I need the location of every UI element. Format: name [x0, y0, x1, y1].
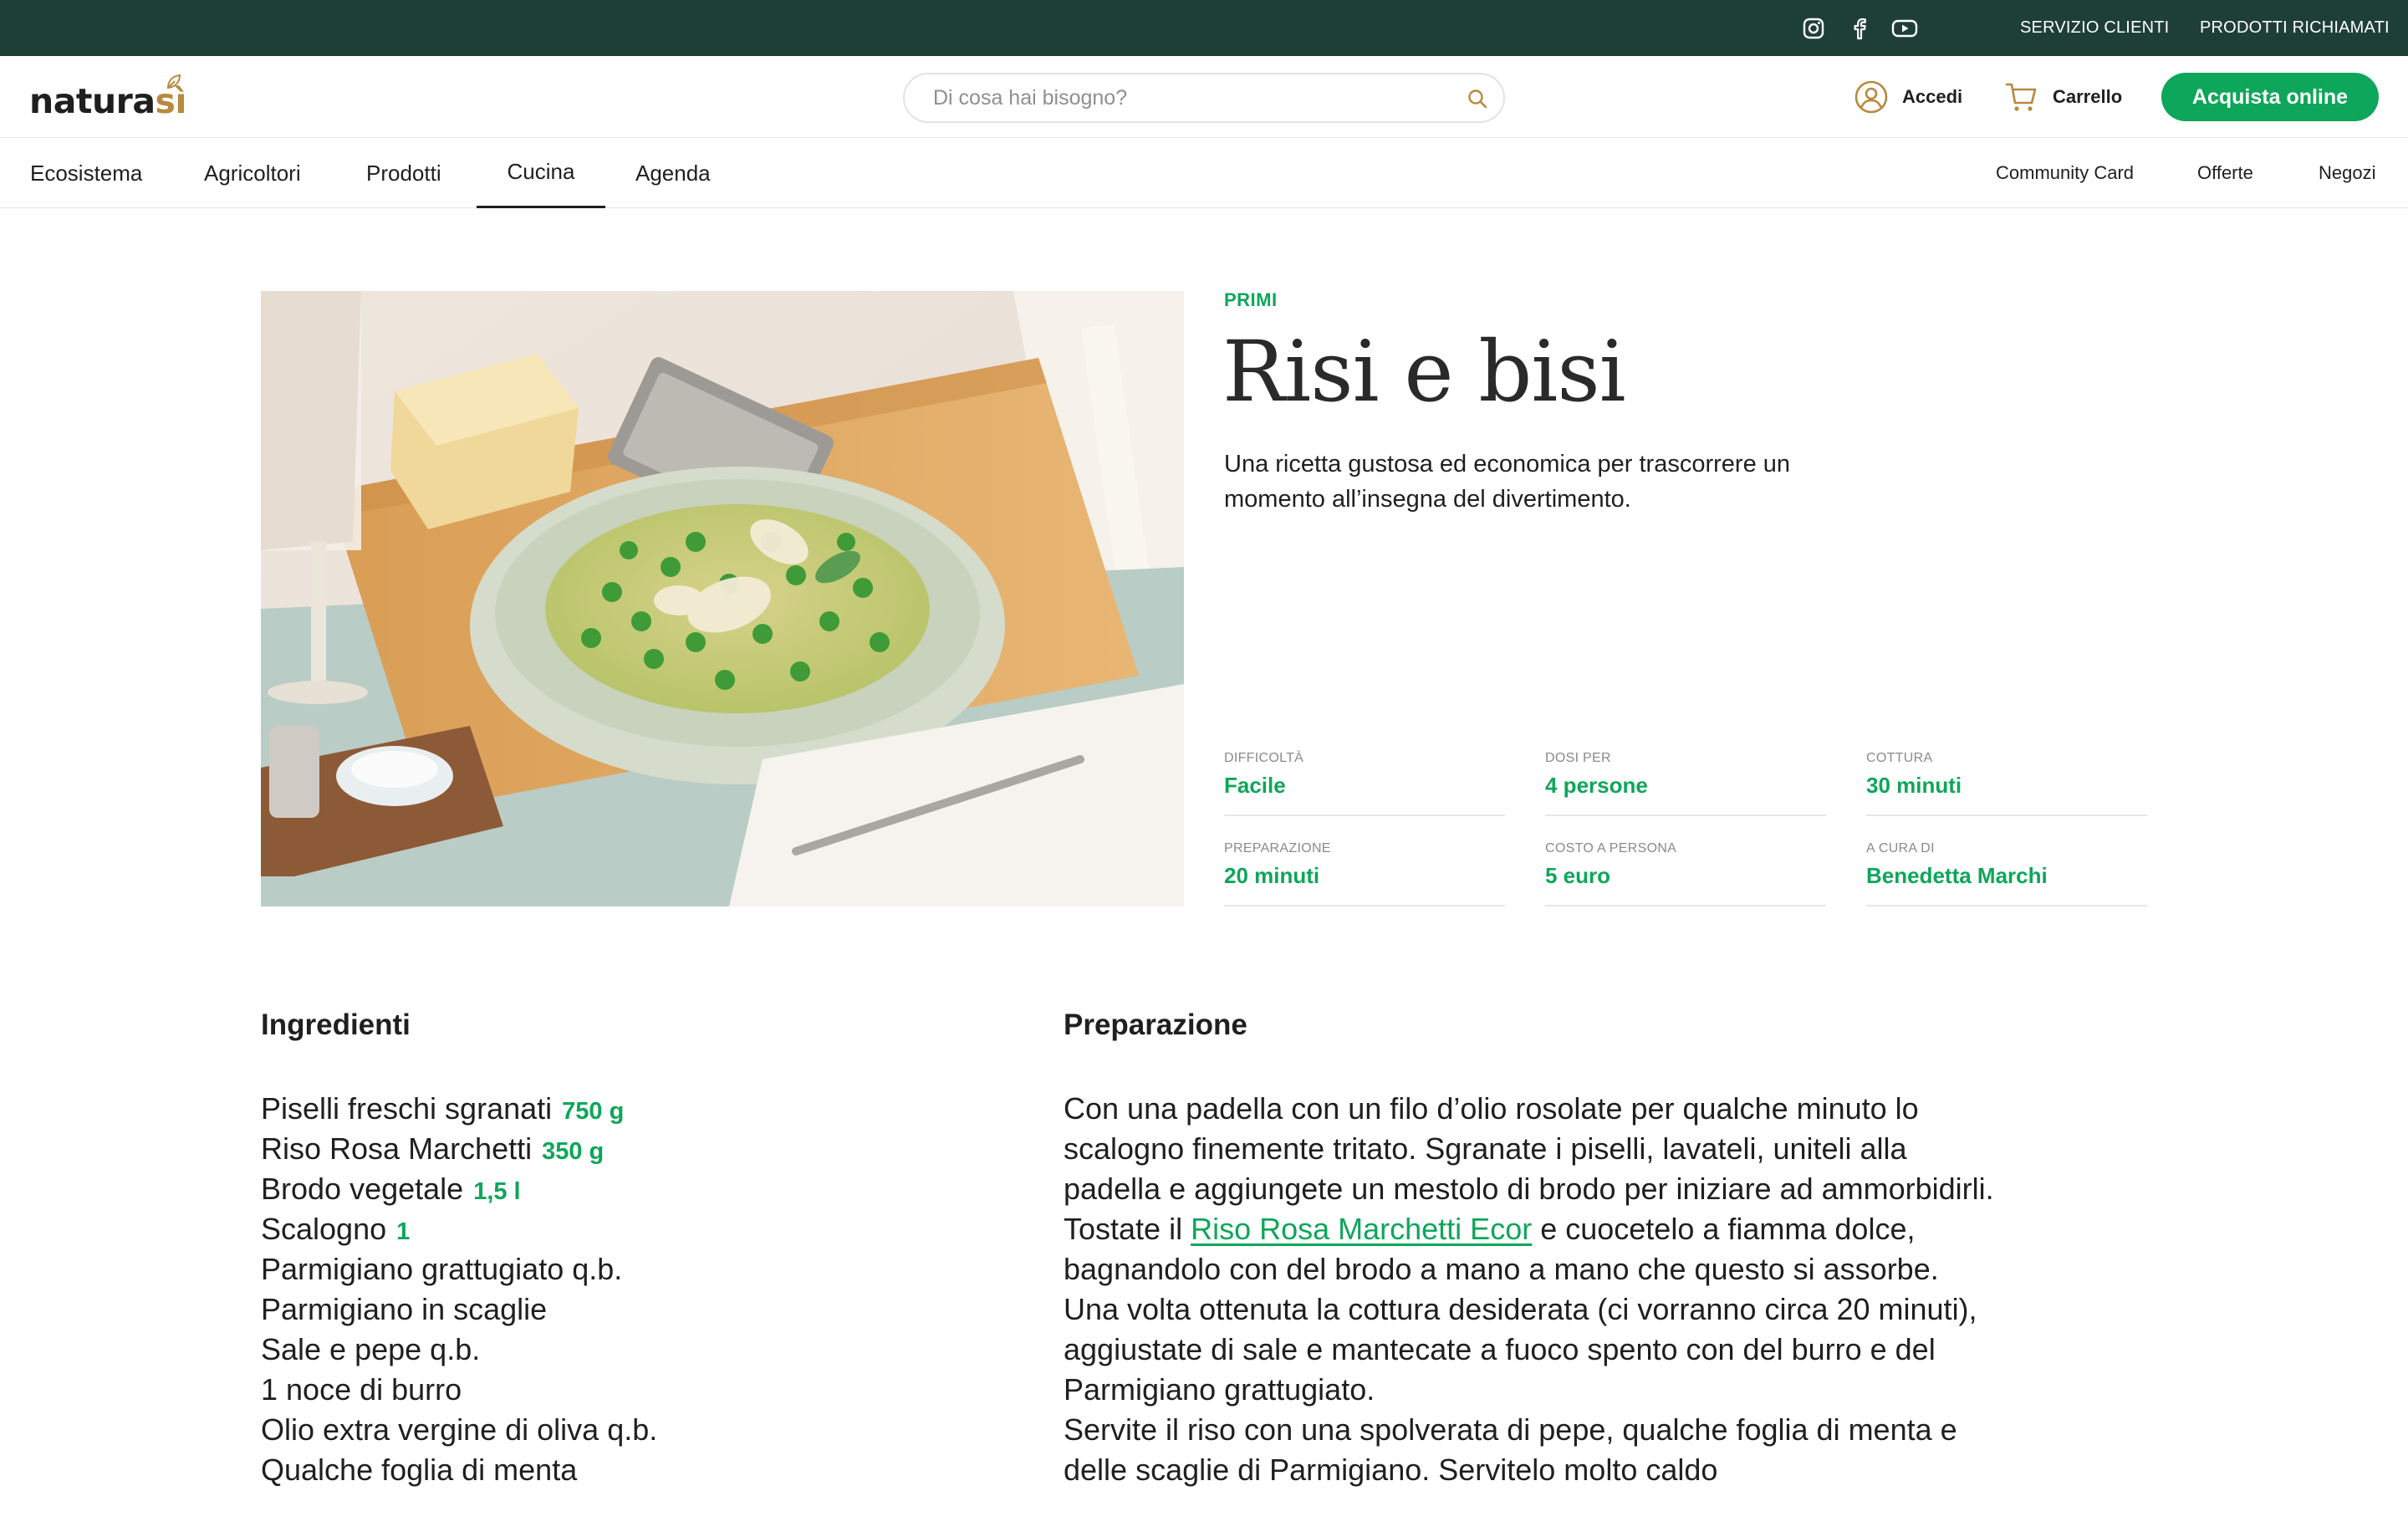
ingredient-name: Olio extra vergine di oliva q.b.	[261, 1412, 658, 1447]
cart-button[interactable]: Carrello	[2004, 78, 2122, 116]
search-icon[interactable]	[1467, 88, 1488, 110]
preparation-text: Con una padella con un filo d’olio rosol…	[1064, 1089, 2008, 1490]
ingredient-name: Qualche foglia di menta	[261, 1453, 578, 1487]
site-header: naturasì Accedi Carrello Acquista online	[0, 56, 2408, 138]
meta-prep-time: PREPARAZIONE 20 minuti	[1224, 841, 1505, 906]
nav-item-prodotti[interactable]: Prodotti	[366, 138, 441, 208]
main-nav: Ecosistema Agricoltori Prodotti Cucina A…	[0, 138, 2408, 208]
meta-value: 5 euro	[1545, 863, 1611, 888]
login-button[interactable]: Accedi	[1854, 78, 1962, 116]
ingredient-name: Brodo vegetale	[261, 1172, 464, 1206]
ingredient-qty: 1	[396, 1218, 411, 1245]
instagram-icon[interactable]	[1800, 15, 1827, 42]
search-box[interactable]	[903, 73, 1505, 123]
user-icon	[1854, 80, 1888, 114]
meta-difficulty: DIFFICOLTÀ Facile	[1224, 751, 1505, 816]
list-item: Riso Rosa Marchetti 350 g	[261, 1129, 657, 1169]
list-item: 1 noce di burro	[261, 1370, 657, 1410]
list-item: Piselli freschi sgranati 750 g	[261, 1089, 657, 1129]
list-item: Brodo vegetale 1,5 l	[261, 1169, 657, 1209]
ingredient-name: Piselli freschi sgranati	[261, 1091, 553, 1126]
ingredient-name: Riso Rosa Marchetti	[261, 1131, 533, 1166]
meta-servings: DOSI PER 4 persone	[1545, 751, 1826, 816]
list-item: Olio extra vergine di oliva q.b.	[261, 1410, 657, 1450]
meta-label: COSTO A PERSONA	[1545, 841, 1677, 855]
customer-service-link[interactable]: SERVIZIO CLIENTI	[2020, 18, 2169, 38]
nav-item-community-card[interactable]: Community Card	[1996, 138, 2134, 208]
list-item: Sale e pepe q.b.	[261, 1330, 657, 1370]
meta-label: DOSI PER	[1545, 751, 1611, 765]
meta-cooking-time: COTTURA 30 minuti	[1866, 751, 2147, 816]
list-item: Parmigiano in scaglie	[261, 1289, 657, 1330]
recipe-category[interactable]: PRIMI	[1224, 289, 1278, 311]
logo-word: natura	[29, 81, 156, 121]
ingredient-name: Scalogno	[261, 1212, 387, 1246]
list-item: Parmigiano grattugiato q.b.	[261, 1249, 657, 1289]
meta-cost: COSTO A PERSONA 5 euro	[1545, 841, 1826, 906]
recipe-subtitle: Una ricetta gustosa ed economica per tra…	[1224, 451, 1791, 513]
meta-value: 30 minuti	[1866, 773, 1962, 798]
list-item: Scalogno 1	[261, 1209, 657, 1249]
nav-item-negozi[interactable]: Negozi	[2319, 138, 2375, 208]
cart-icon	[2005, 83, 2037, 111]
search-input[interactable]	[933, 74, 1451, 121]
recipe-title: Risi e bisi	[1222, 323, 1626, 421]
meta-value[interactable]: Benedetta Marchi	[1866, 863, 2048, 889]
login-label: Accedi	[1902, 86, 1963, 107]
meta-label: COTTURA	[1866, 751, 1933, 765]
meta-value: Facile	[1224, 773, 1286, 798]
youtube-icon[interactable]	[1891, 15, 1918, 42]
shop-online-button[interactable]: Acquista online	[2161, 73, 2379, 121]
meta-value: 20 minuti	[1224, 863, 1320, 888]
nav-item-cucina[interactable]: Cucina	[477, 138, 605, 208]
meta-value: 4 persone	[1545, 773, 1648, 798]
ingredient-qty: 750 g	[562, 1098, 625, 1125]
nav-item-ecosistema[interactable]: Ecosistema	[30, 138, 142, 208]
facebook-icon[interactable]	[1846, 15, 1873, 42]
leaf-icon	[166, 74, 181, 89]
meta-label: PREPARAZIONE	[1224, 841, 1331, 855]
ingredient-name: Sale e pepe q.b.	[261, 1332, 481, 1366]
ingredient-name: 1 noce di burro	[261, 1372, 462, 1407]
nav-item-agricoltori[interactable]: Agricoltori	[204, 138, 301, 208]
nav-item-agenda[interactable]: Agenda	[635, 138, 711, 208]
ingredients-list: Piselli freschi sgranati 750 g Riso Rosa …	[261, 1089, 657, 1490]
nav-item-offerte[interactable]: Offerte	[2197, 138, 2253, 208]
meta-label: A CURA DI	[1866, 841, 1935, 855]
list-item: Qualche foglia di menta	[261, 1450, 657, 1490]
ingredient-qty: 1,5 l	[473, 1178, 521, 1205]
recalled-products-link[interactable]: PRODOTTI RICHIAMATI	[2200, 18, 2390, 38]
top-bar: SERVIZIO CLIENTI PRODOTTI RICHIAMATI	[0, 0, 2408, 56]
ingredient-qty: 350 g	[542, 1138, 605, 1165]
recipe-photo	[261, 291, 1184, 906]
preparation-title: Preparazione	[1064, 1008, 1247, 1041]
naturasi-logo[interactable]: natura sì	[29, 71, 187, 121]
meta-label: DIFFICOLTÀ	[1224, 751, 1304, 765]
product-link[interactable]: Riso Rosa Marchetti Ecor	[1191, 1212, 1532, 1246]
preparation-step-1: Con una padella con un filo d’olio rosol…	[1064, 1089, 2008, 1289]
cart-label: Carrello	[2053, 86, 2123, 107]
preparation-step-3: Servite il riso con una spolverata di pe…	[1064, 1412, 1957, 1487]
preparation-step-2: Una volta ottenuta la cottura desiderata…	[1064, 1292, 1977, 1407]
ingredient-name: Parmigiano in scaglie	[261, 1292, 548, 1326]
ingredients-title: Ingredienti	[261, 1008, 411, 1041]
meta-author: A CURA DI Benedetta Marchi	[1866, 841, 2147, 906]
ingredient-name: Parmigiano grattugiato q.b.	[261, 1252, 623, 1286]
